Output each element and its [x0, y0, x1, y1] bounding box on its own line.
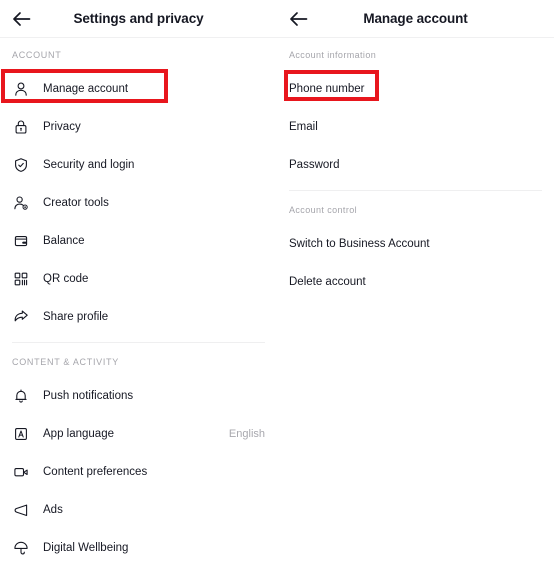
- wallet-icon: [12, 232, 30, 250]
- manage-item-switch-to-business-account[interactable]: Switch to Business Account: [277, 225, 554, 263]
- settings-item-label: Digital Wellbeing: [43, 542, 129, 554]
- section-label-account-control: Account control: [289, 205, 358, 215]
- right-header-bar: Manage account: [277, 0, 554, 38]
- manage-item-phone-number[interactable]: Phone number: [277, 70, 554, 108]
- settings-item-creator-tools[interactable]: Creator tools: [0, 184, 277, 222]
- umbrella-icon: [12, 539, 30, 557]
- lock-icon: [12, 118, 30, 136]
- manage-item-label: Delete account: [289, 276, 366, 288]
- qr-code-icon: [12, 270, 30, 288]
- settings-item-label: Privacy: [43, 121, 81, 133]
- settings-item-security-and-login[interactable]: Security and login: [0, 146, 277, 184]
- settings-item-content-preferences[interactable]: Content preferences: [0, 453, 277, 491]
- settings-item-manage-account[interactable]: Manage account: [0, 70, 277, 108]
- settings-item-label: QR code: [43, 273, 89, 285]
- settings-item-app-language[interactable]: App language English: [0, 415, 277, 453]
- bell-icon: [12, 387, 30, 405]
- settings-item-label: Share profile: [43, 311, 109, 323]
- settings-item-digital-wellbeing[interactable]: Digital Wellbeing: [0, 529, 277, 567]
- settings-item-label: Balance: [43, 235, 85, 247]
- section-label-account-information: Account information: [289, 50, 377, 60]
- page-title: Settings and privacy: [73, 11, 204, 26]
- megaphone-icon: [12, 501, 30, 519]
- manage-item-delete-account[interactable]: Delete account: [277, 263, 554, 301]
- left-header-bar: Settings and privacy: [0, 0, 277, 38]
- share-arrow-icon: [12, 308, 30, 326]
- video-camera-icon: [12, 463, 30, 481]
- manage-item-email[interactable]: Email: [277, 108, 554, 146]
- section-label-content-activity: CONTENT & ACTIVITY: [12, 357, 119, 367]
- settings-item-value-app-language: English: [228, 428, 265, 440]
- settings-item-privacy[interactable]: Privacy: [0, 108, 277, 146]
- section-label-account: ACCOUNT: [12, 50, 62, 60]
- manage-item-label: Password: [289, 159, 340, 171]
- manage-item-label: Phone number: [289, 83, 365, 95]
- settings-item-label: Push notifications: [43, 390, 134, 402]
- settings-item-label: Creator tools: [43, 197, 109, 209]
- letter-a-box-icon: [12, 425, 30, 443]
- settings-item-label: App language: [43, 428, 114, 440]
- settings-item-balance[interactable]: Balance: [0, 222, 277, 260]
- manage-account-screen: Manage account Account information Phone…: [277, 0, 554, 568]
- manage-item-password[interactable]: Password: [277, 146, 554, 184]
- settings-item-label: Ads: [43, 504, 63, 516]
- person-star-icon: [12, 194, 30, 212]
- settings-item-label: Content preferences: [43, 466, 148, 478]
- dual-screenshot-container: Settings and privacy ACCOUNT Manage acco…: [0, 0, 554, 568]
- back-arrow-icon[interactable]: [10, 8, 32, 30]
- manage-item-label: Switch to Business Account: [289, 238, 430, 250]
- settings-item-share-profile[interactable]: Share profile: [0, 298, 277, 336]
- settings-item-qr-code[interactable]: QR code: [0, 260, 277, 298]
- settings-item-label: Manage account: [43, 83, 129, 95]
- settings-and-privacy-screen: Settings and privacy ACCOUNT Manage acco…: [0, 0, 277, 568]
- settings-item-push-notifications[interactable]: Push notifications: [0, 377, 277, 415]
- page-title: Manage account: [363, 11, 468, 26]
- settings-item-label: Security and login: [43, 159, 135, 171]
- shield-check-icon: [12, 156, 30, 174]
- back-arrow-icon[interactable]: [287, 8, 309, 30]
- settings-item-ads[interactable]: Ads: [0, 491, 277, 529]
- person-icon: [12, 80, 30, 98]
- manage-item-label: Email: [289, 121, 318, 133]
